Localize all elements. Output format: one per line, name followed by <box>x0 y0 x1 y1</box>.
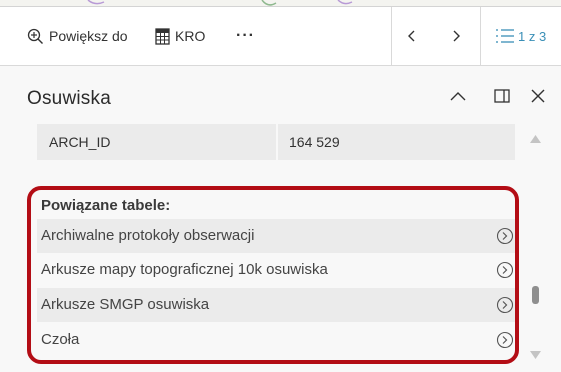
attribute-key: ARCH_ID <box>49 134 111 150</box>
dock-button[interactable] <box>490 84 514 108</box>
feature-list-button[interactable]: 1 z 3 <box>495 7 546 65</box>
previous-feature-button[interactable] <box>406 7 418 65</box>
scrollbar-thumb[interactable] <box>532 286 539 304</box>
scrollbar[interactable] <box>523 124 548 372</box>
more-icon: ··· <box>236 27 255 44</box>
popup-toolbar: Powiększ do KRO ··· 1 z 3 <box>0 7 561 66</box>
collapse-button[interactable] <box>446 84 470 108</box>
related-tables-title: Powiązane tabele: <box>41 197 171 214</box>
more-actions-button[interactable]: ··· <box>236 7 255 65</box>
toolbar-divider <box>391 7 392 65</box>
table-icon <box>155 27 170 45</box>
kro-button[interactable]: KRO <box>155 7 205 65</box>
chevron-circle-right-icon <box>496 296 514 314</box>
popup-panel: Powiększ do KRO ··· 1 z 3 Osuwiska ARCH_… <box>0 6 561 372</box>
dock-panel-icon <box>494 89 510 103</box>
zoom-to-button[interactable]: Powiększ do <box>27 7 128 65</box>
related-table-label: Arkusze mapy topograficznej 10k osuwiska <box>41 261 328 278</box>
related-table-item[interactable]: Arkusze SMGP osuwiska <box>37 288 515 322</box>
popup-title: Osuwiska <box>27 88 111 109</box>
chevron-circle-right-icon <box>496 261 514 279</box>
scroll-down-arrow-icon[interactable] <box>529 350 542 360</box>
chevron-up-icon <box>450 92 466 101</box>
list-icon <box>496 29 514 43</box>
chevron-circle-right-icon <box>496 331 514 349</box>
cell-divider <box>276 124 278 160</box>
close-button[interactable] <box>526 84 550 108</box>
related-table-label: Archiwalne protokoły obserwacji <box>41 227 255 244</box>
related-table-label: Arkusze SMGP osuwiska <box>41 296 210 313</box>
related-table-item[interactable]: Czoła <box>37 323 515 357</box>
attribute-row: ARCH_ID 164 529 <box>37 124 515 160</box>
attribute-value: 164 529 <box>289 134 340 150</box>
scroll-up-arrow-icon[interactable] <box>529 134 542 144</box>
related-table-item[interactable]: Archiwalne protokoły obserwacji <box>37 219 515 253</box>
popup-header: Osuwiska <box>0 66 561 124</box>
related-table-label: Czoła <box>41 331 80 348</box>
chevron-left-icon <box>408 30 415 42</box>
popup-content[interactable]: ARCH_ID 164 529 Powiązane tabele: Archiw… <box>0 124 561 372</box>
toolbar-divider <box>480 7 481 65</box>
zoom-in-icon <box>27 28 44 45</box>
feature-counter: 1 z 3 <box>518 28 547 44</box>
chevron-circle-right-icon <box>496 227 514 245</box>
close-icon <box>531 89 545 103</box>
zoom-to-label: Powiększ do <box>49 28 128 44</box>
related-table-item[interactable]: Arkusze mapy topograficznej 10k osuwiska <box>37 253 515 287</box>
chevron-right-icon <box>453 30 460 42</box>
kro-label: KRO <box>175 28 206 44</box>
next-feature-button[interactable] <box>450 7 462 65</box>
